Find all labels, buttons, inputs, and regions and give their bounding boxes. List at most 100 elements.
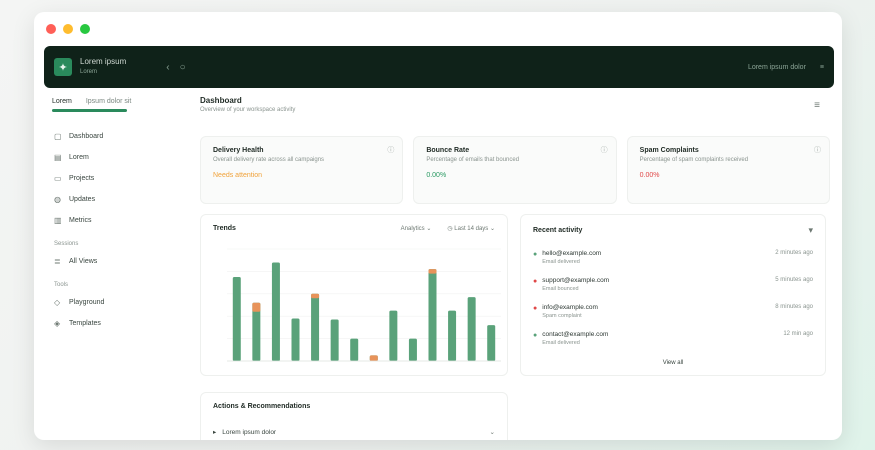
activity-status: Email bounced	[542, 286, 579, 292]
card-title: Spam Complaints	[639, 147, 699, 154]
sidebar-section-sessions: Sessions	[54, 241, 79, 247]
status-dot-icon: ●	[533, 251, 538, 258]
card-value: Needs attention	[213, 172, 263, 179]
activity-email: contact@example.com	[542, 331, 609, 338]
view-all-link[interactable]: View all	[521, 360, 825, 366]
chart-bar[interactable]	[330, 319, 339, 361]
sidebar-item-projects[interactable]: ▭ Projects	[54, 168, 194, 189]
chart-bar[interactable]	[271, 262, 280, 361]
trends-title: Trends	[213, 225, 236, 232]
date-range-dropdown[interactable]: ◷ Last 14 days ⌄	[447, 225, 495, 232]
chart-bar[interactable]	[487, 325, 496, 361]
analytics-dropdown-label: Analytics	[400, 226, 425, 232]
spam-complaints-card[interactable]: Spam Complaints Percentage of spam compl…	[626, 136, 830, 204]
chevron-down-icon: ⌄	[489, 429, 495, 436]
sidebar-item-label: Playground	[69, 299, 105, 306]
card-subtitle: Overall delivery rate across all campaig…	[213, 157, 325, 163]
topbar-right-label[interactable]: Lorem ipsum dolor	[748, 64, 806, 71]
activity-text: hello@example.com Email delivered	[542, 250, 601, 265]
chart-bar[interactable]	[408, 338, 417, 361]
sidebar-item-label: Metrics	[69, 217, 92, 224]
brand: Lorem ipsum Lorem	[80, 57, 126, 77]
document-icon: ▤	[54, 153, 62, 162]
page-menu-icon[interactable]: ≡	[814, 100, 820, 111]
sidebar-item-updates[interactable]: ◍ Updates	[54, 189, 194, 210]
activity-email: support@example.com	[542, 277, 610, 284]
template-icon: ◈	[54, 319, 61, 328]
chart-bar-highlight	[369, 355, 378, 361]
sidebar-item-label: Templates	[69, 320, 101, 327]
chart-bar[interactable]	[467, 297, 476, 361]
topbar-icons: ‹ ○	[166, 62, 185, 73]
sidebar-item-dashboard[interactable]: ▢ Dashboard	[54, 126, 194, 147]
sidebar-item-all-views[interactable]: ≣ All Views	[54, 251, 194, 272]
bounce-rate-card[interactable]: Bounce Rate Percentage of emails that bo…	[413, 136, 617, 204]
dashboard-icon: ▢	[54, 132, 62, 141]
activity-text: info@example.com Spam complaint	[542, 304, 598, 319]
activity-text: support@example.com Email bounced	[542, 277, 609, 292]
info-icon[interactable]: ⓘ	[814, 145, 821, 155]
sidebar-item-label: All Views	[69, 258, 98, 265]
chart-icon: ▥	[54, 216, 62, 225]
menu-icon[interactable]: ≡	[820, 64, 824, 71]
sidebar-item-playground[interactable]: ◇ Playground	[54, 292, 194, 313]
minimize-window-button[interactable]	[63, 24, 73, 34]
search-icon[interactable]: ○	[180, 62, 186, 73]
maximize-window-button[interactable]	[80, 24, 90, 34]
chart-bar[interactable]	[389, 310, 398, 361]
actions-header: Actions & Recommendations	[201, 393, 507, 410]
chart-bar[interactable]	[311, 293, 320, 361]
card-title: Delivery Health	[213, 147, 264, 154]
sidebar-item-metrics[interactable]: ▥ Metrics	[54, 210, 194, 231]
filter-icon[interactable]: ▾	[808, 225, 813, 236]
action-item-label: Lorem ipsum dolor	[222, 428, 277, 436]
close-window-button[interactable]	[46, 24, 56, 34]
sidebar-tab-2[interactable]: Ipsum dolor sit	[86, 98, 132, 105]
status-dot-icon: ●	[533, 332, 538, 339]
chart-bar[interactable]	[448, 310, 457, 361]
chart-bar[interactable]	[428, 269, 437, 361]
sidebar-section-tools: Tools	[54, 282, 69, 288]
topbar-right: Lorem ipsum dolor ≡	[748, 64, 824, 71]
trends-panel: Trends Analytics ⌄ ◷ Last 14 days ⌄	[200, 214, 508, 376]
status-dot-icon: ●	[533, 305, 538, 312]
chart-bar[interactable]	[291, 318, 300, 361]
sidebar-item-templates[interactable]: ◈ Templates	[54, 313, 194, 334]
actions-panel: Actions & Recommendations ▸ Lorem ipsum …	[200, 392, 508, 440]
chart-bar-highlight	[252, 302, 261, 312]
activity-time: 2 minutes ago	[775, 250, 813, 256]
actions-title: Actions & Recommendations	[213, 403, 311, 410]
flask-icon: ◇	[54, 298, 61, 307]
info-icon[interactable]: ⓘ	[387, 145, 394, 155]
chevron-left-icon[interactable]: ‹	[166, 62, 169, 73]
activity-row[interactable]: ● support@example.com Email bounced 5 minut…	[521, 277, 825, 304]
activity-text: contact@example.com Email delivered	[542, 331, 608, 346]
chart-bar-highlight	[311, 293, 320, 299]
activity-time: 12 min ago	[783, 331, 813, 337]
chart-bar[interactable]	[232, 277, 241, 361]
top-navigation-bar: ✦ Lorem ipsum Lorem ‹ ○ Lorem ipsum dolo…	[44, 46, 834, 88]
chart-bar[interactable]	[350, 338, 359, 361]
card-subtitle: Percentage of spam complaints received	[639, 157, 749, 163]
sidebar-item-label: Updates	[69, 196, 96, 203]
stat-cards: Delivery Health Overall delivery rate ac…	[200, 136, 830, 204]
activity-row[interactable]: ● hello@example.com Email delivered 2 minut…	[521, 250, 825, 277]
leaf-icon[interactable]: ✦	[54, 58, 72, 76]
folder-icon: ▭	[54, 174, 62, 183]
activity-status: Spam complaint	[542, 313, 582, 319]
sidebar-tab-1[interactable]: Lorem	[52, 98, 72, 105]
window-controls	[46, 24, 90, 34]
sidebar-tabs: Lorem Ipsum dolor sit	[44, 96, 194, 109]
sidebar-item-lorem[interactable]: ▤ Lorem	[54, 147, 194, 168]
activity-time: 8 minutes ago	[775, 304, 813, 310]
app-name: Lorem ipsum	[80, 57, 127, 66]
activity-row[interactable]: ● info@example.com Spam complaint 8 minutes…	[521, 304, 825, 331]
bell-icon: ◍	[54, 195, 61, 204]
info-icon[interactable]: ⓘ	[601, 145, 608, 155]
analytics-dropdown[interactable]: Analytics ⌄	[401, 225, 432, 232]
action-item[interactable]: ▸ Lorem ipsum dolor ⌄	[201, 410, 507, 437]
activity-row[interactable]: ● contact@example.com Email delivered 12 mi…	[521, 331, 825, 358]
delivery-health-card[interactable]: Delivery Health Overall delivery rate ac…	[200, 136, 404, 204]
card-subtitle: Percentage of emails that bounced	[426, 157, 520, 163]
sidebar-tab-indicator	[52, 109, 127, 112]
